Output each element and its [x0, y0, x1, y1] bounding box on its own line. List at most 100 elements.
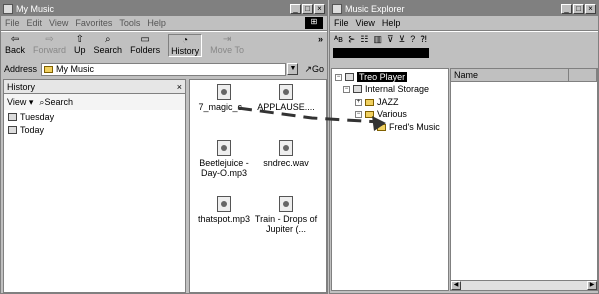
menu-file[interactable]: File — [334, 18, 349, 28]
history-button[interactable]: ◔ History — [168, 34, 203, 57]
move-to-button[interactable]: ⇥ Move To — [210, 34, 244, 55]
windows-logo-icon: ⊞ — [305, 17, 323, 29]
tree-node-label: JAZZ — [377, 97, 399, 107]
folders-label: Folders — [130, 45, 161, 55]
window-title: Music Explorer — [345, 3, 405, 14]
minimize-button[interactable]: _ — [561, 3, 572, 14]
menu-edit[interactable]: Edit — [27, 18, 43, 28]
back-button[interactable]: ⇦ Back — [5, 34, 25, 55]
collapse-icon[interactable]: − — [355, 110, 362, 118]
search-button[interactable]: ⌕ Search — [94, 34, 123, 55]
collapse-icon[interactable]: − — [335, 73, 342, 81]
maximize-button[interactable]: □ — [302, 3, 313, 14]
tree-node-freds-music[interactable]: Fred's Music — [377, 122, 440, 132]
tree-node-treo-player[interactable]: − Treo Player — [335, 72, 408, 82]
scroll-right-icon[interactable]: ▶ — [587, 281, 597, 290]
history-header: History × — [4, 80, 185, 94]
window-title: My Music — [16, 3, 54, 14]
audio-file-icon — [279, 140, 293, 156]
list-view-icon[interactable]: ☷ — [360, 34, 368, 45]
folder-icon — [3, 3, 13, 14]
menu-view[interactable]: View — [356, 18, 375, 28]
tree-node-label: Treo Player — [357, 72, 408, 82]
device-icon — [345, 73, 354, 81]
address-value: My Music — [56, 64, 95, 74]
file-item[interactable]: 7_magic_c... — [192, 84, 256, 112]
search-label: Search — [93, 45, 123, 55]
file-item[interactable]: sndrec.wav — [254, 140, 318, 168]
download-icon[interactable]: ⊽ — [387, 34, 394, 45]
folder-icon — [365, 98, 374, 106]
forward-button[interactable]: ⇨ Forward — [33, 34, 66, 55]
tree-view-icon[interactable]: ⊱ — [348, 34, 356, 45]
folder-icon — [365, 110, 374, 118]
audio-file-icon — [279, 84, 293, 100]
up-button[interactable]: ⇧ Up — [74, 34, 86, 55]
file-item[interactable]: thatspot.mp3 — [192, 196, 256, 224]
go-label: Go — [311, 63, 324, 74]
upload-icon[interactable]: ⊻ — [399, 34, 406, 45]
audio-file-icon — [217, 196, 231, 212]
tree-node-jazz[interactable]: + JAZZ — [355, 97, 399, 107]
context-help-icon[interactable]: ⁈ — [420, 34, 427, 45]
go-button[interactable]: ↗Go — [304, 64, 324, 75]
history-search-button[interactable]: ⌕Search — [39, 97, 73, 108]
folder-icon — [44, 65, 54, 73]
toolbar-overflow-chevron-icon[interactable]: » — [318, 34, 323, 44]
title-bar[interactable]: Music Explorer _ □ × — [330, 1, 598, 16]
menu-view[interactable]: View — [49, 18, 68, 28]
tree-node-label: Internal Storage — [365, 84, 430, 94]
history-view-button[interactable]: View ▾ — [7, 97, 33, 108]
details-view-icon[interactable]: ▥ — [373, 34, 382, 45]
file-list-pane: 7_magic_c... APPLAUSE.... Beetlejuice - … — [189, 79, 327, 293]
folder-icon — [377, 123, 386, 131]
menu-file[interactable]: File — [5, 18, 20, 28]
address-input[interactable]: My Music — [41, 62, 287, 76]
sort-icon[interactable]: ᴬʙ — [334, 34, 343, 44]
audio-file-icon — [217, 84, 231, 100]
file-name: 7_magic_c... — [198, 102, 250, 112]
expand-icon[interactable]: + — [355, 98, 362, 106]
tree-node-internal-storage[interactable]: − Internal Storage — [343, 84, 429, 94]
file-item[interactable]: Beetlejuice - Day-O.mp3 — [192, 140, 256, 178]
address-dropdown-button[interactable]: ▼ — [287, 63, 299, 75]
file-name: Train - Drops of Jupiter (... — [254, 214, 318, 234]
audio-file-icon — [217, 140, 231, 156]
history-toolbar: View ▾ ⌕Search — [4, 94, 185, 110]
close-button[interactable]: × — [585, 3, 596, 14]
history-title: History — [7, 81, 36, 92]
history-item-tuesday[interactable]: Tuesday — [4, 110, 185, 123]
toolbar: ᴬʙ ⊱ ☷ ▥ ⊽ ⊻ ? ⁈ — [330, 32, 598, 46]
column-name[interactable]: Name — [451, 69, 569, 81]
go-arrow-icon: ↗ — [304, 63, 312, 74]
history-label: History — [171, 46, 200, 56]
menu-bar: File View Help — [330, 16, 598, 30]
help-icon[interactable]: ? — [410, 34, 415, 44]
move-to-icon: ⇥ — [222, 34, 232, 45]
file-name: sndrec.wav — [263, 158, 309, 168]
close-history-icon[interactable]: × — [177, 82, 182, 92]
scroll-left-icon[interactable]: ◀ — [451, 281, 461, 290]
file-item[interactable]: Train - Drops of Jupiter (... — [254, 196, 318, 234]
close-button[interactable]: × — [314, 3, 325, 14]
file-item[interactable]: APPLAUSE.... — [254, 84, 318, 112]
back-arrow-icon: ⇦ — [10, 34, 20, 45]
address-label: Address — [4, 64, 38, 74]
column-empty — [569, 69, 597, 81]
forward-arrow-icon: ⇨ — [45, 34, 54, 45]
minimize-button[interactable]: _ — [290, 3, 301, 14]
folders-button[interactable]: ▭ Folders — [130, 34, 160, 55]
title-bar[interactable]: My Music _ □ × — [1, 1, 327, 16]
horizontal-scrollbar[interactable]: ◀ ▶ — [451, 280, 597, 290]
move-to-label: Move To — [210, 45, 244, 55]
tree-node-various[interactable]: − Various — [355, 109, 407, 119]
menu-tools[interactable]: Tools — [119, 18, 140, 28]
up-folder-icon: ⇧ — [75, 34, 84, 45]
track-list: Name ◀ ▶ — [450, 68, 598, 291]
menu-favorites[interactable]: Favorites — [75, 18, 112, 28]
menu-help[interactable]: Help — [147, 18, 166, 28]
collapse-icon[interactable]: − — [343, 85, 350, 93]
history-item-today[interactable]: Today — [4, 123, 185, 136]
menu-help[interactable]: Help — [382, 18, 401, 28]
maximize-button[interactable]: □ — [573, 3, 584, 14]
